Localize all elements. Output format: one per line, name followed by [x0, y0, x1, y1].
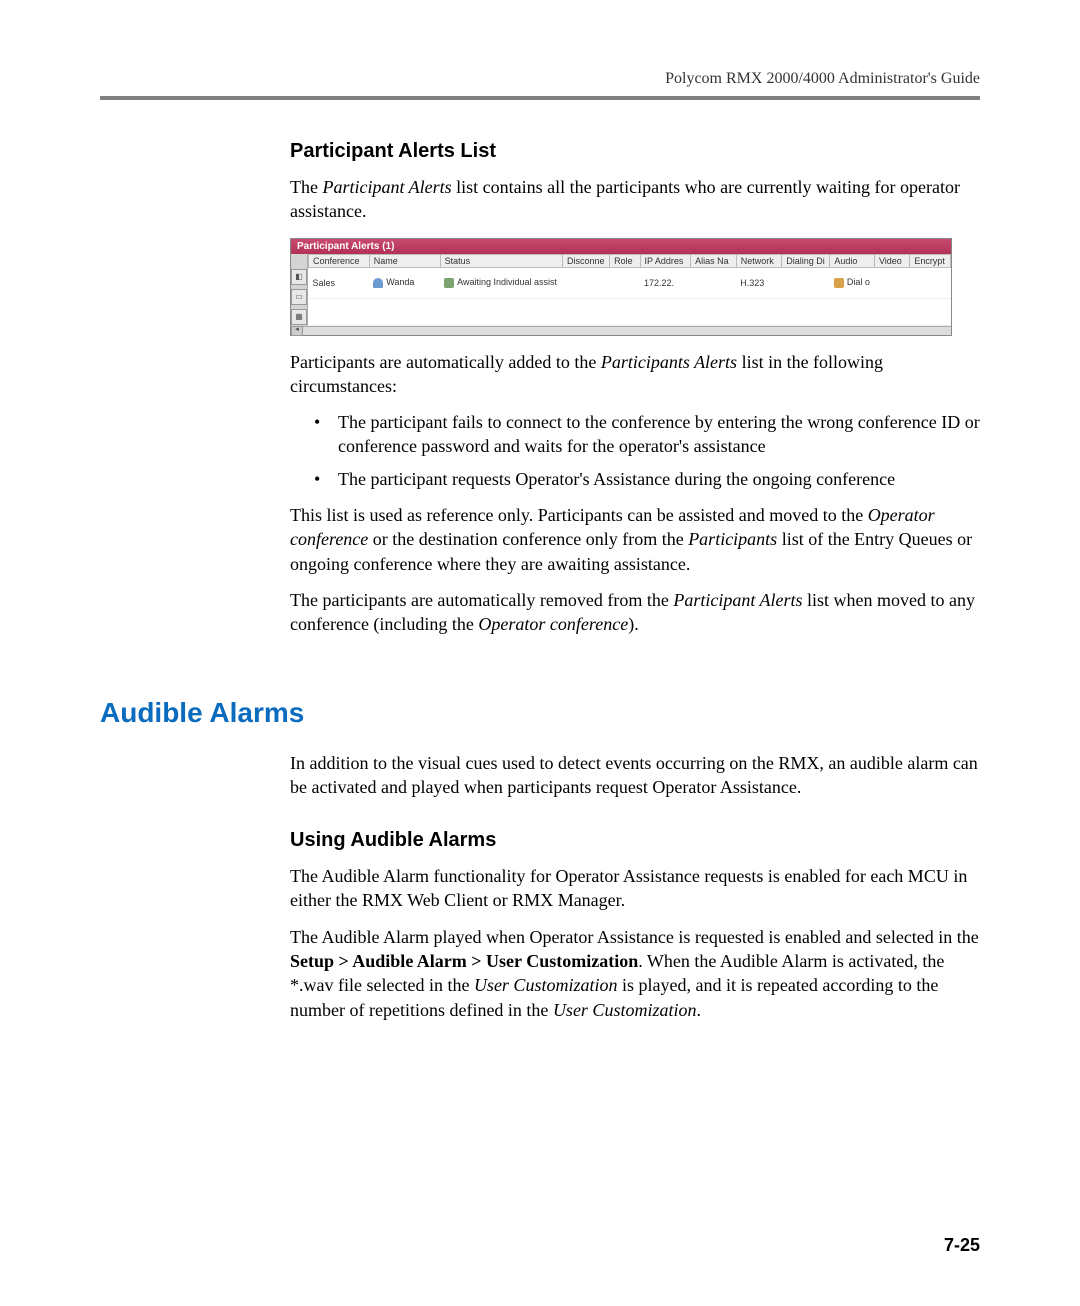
page-number: 7-25 — [944, 1235, 980, 1256]
column-header[interactable]: Dialing Di — [782, 254, 830, 267]
sidebar-button[interactable]: ▭ — [291, 289, 307, 305]
text: ). — [628, 614, 639, 634]
section-heading-participant-alerts: Participant Alerts List — [290, 140, 980, 163]
emphasis: User Customization — [553, 1000, 697, 1020]
column-header[interactable]: Disconne — [563, 254, 610, 267]
emphasis: Participants Alerts — [601, 352, 737, 372]
column-header[interactable]: Encrypt — [910, 254, 951, 267]
speaker-icon — [834, 278, 844, 288]
list-item: The participant fails to connect to the … — [290, 410, 980, 459]
column-header[interactable]: Name — [369, 254, 440, 267]
text: The Audible Alarm played when Operator A… — [290, 927, 979, 947]
panel-title: Participant Alerts (1) — [291, 239, 951, 254]
emphasis: Operator conference — [478, 614, 628, 634]
bold-text: Setup > Audible Alarm > User Customizati… — [290, 951, 638, 971]
sidebar-button[interactable]: ▦ — [291, 309, 307, 325]
person-icon — [373, 278, 383, 288]
scroll-left-button[interactable]: ◂ — [291, 326, 303, 336]
emphasis: Participant Alerts — [673, 590, 802, 610]
column-header[interactable]: Status — [440, 254, 562, 267]
header-divider — [100, 96, 980, 100]
status-icon — [444, 278, 454, 288]
table-row[interactable]: Sales Wanda Awaiting Individual assist 1… — [309, 267, 951, 298]
bullet-list: The participant fails to connect to the … — [290, 410, 980, 491]
text: The — [290, 177, 322, 197]
text: . — [696, 1000, 701, 1020]
column-header[interactable]: Network — [736, 254, 782, 267]
column-header[interactable]: Audio — [830, 254, 875, 267]
paragraph: Participants are automatically added to … — [290, 350, 980, 399]
emphasis: User Customization — [474, 975, 618, 995]
column-header[interactable]: Alias Na — [691, 254, 737, 267]
column-header[interactable]: Role — [610, 254, 640, 267]
text: Participants are automatically added to … — [290, 352, 601, 372]
table-header-row: Conference Name Status Disconne Role IP … — [309, 254, 951, 267]
cell-ip: 172.22. — [640, 267, 691, 298]
text: The participants are automatically remov… — [290, 590, 673, 610]
cell-conference: Sales — [309, 267, 370, 298]
section-heading-audible-alarms: Audible Alarms — [100, 697, 980, 729]
cell-disconnect — [563, 267, 610, 298]
horizontal-scrollbar[interactable]: ◂ — [291, 326, 951, 335]
sub-heading-using-audible-alarms: Using Audible Alarms — [290, 829, 980, 852]
intro-paragraph: The Participant Alerts list contains all… — [290, 175, 980, 224]
paragraph: The Audible Alarm played when Operator A… — [290, 925, 980, 1022]
cell-alias — [691, 267, 737, 298]
cell-status: Awaiting Individual assist — [440, 267, 562, 298]
doc-header-title: Polycom RMX 2000/4000 Administrator's Gu… — [100, 70, 980, 88]
panel-sidebar: ◧ ▭ ▦ — [291, 254, 308, 326]
paragraph: The participants are automatically remov… — [290, 588, 980, 637]
cell-role — [610, 267, 640, 298]
participant-alerts-panel: Participant Alerts (1) ◧ ▭ ▦ — [290, 238, 952, 336]
column-header[interactable]: Conference — [309, 254, 370, 267]
cell-name: Wanda — [369, 267, 440, 298]
paragraph: This list is used as reference only. Par… — [290, 503, 980, 576]
paragraph: The Audible Alarm functionality for Oper… — [290, 864, 980, 913]
paragraph: In addition to the visual cues used to d… — [290, 751, 980, 800]
text: This list is used as reference only. Par… — [290, 505, 868, 525]
text: Wanda — [386, 277, 414, 287]
alerts-table: Conference Name Status Disconne Role IP … — [308, 254, 951, 326]
cell-network: H.323 — [736, 267, 782, 298]
text: Awaiting Individual assist — [457, 277, 557, 287]
text: or the destination conference only from … — [368, 529, 688, 549]
cell-video — [874, 267, 909, 298]
column-header[interactable]: IP Addres — [640, 254, 691, 267]
sidebar-button[interactable]: ◧ — [291, 269, 307, 285]
text: Dial o — [847, 277, 870, 287]
list-item: The participant requests Operator's Assi… — [290, 467, 980, 491]
column-header[interactable]: Video — [874, 254, 909, 267]
emphasis: Participants — [688, 529, 777, 549]
emphasis: Participant Alerts — [322, 177, 451, 197]
cell-audio: Dial o — [830, 267, 875, 298]
cell-encrypt — [910, 267, 951, 298]
cell-dialing — [782, 267, 830, 298]
